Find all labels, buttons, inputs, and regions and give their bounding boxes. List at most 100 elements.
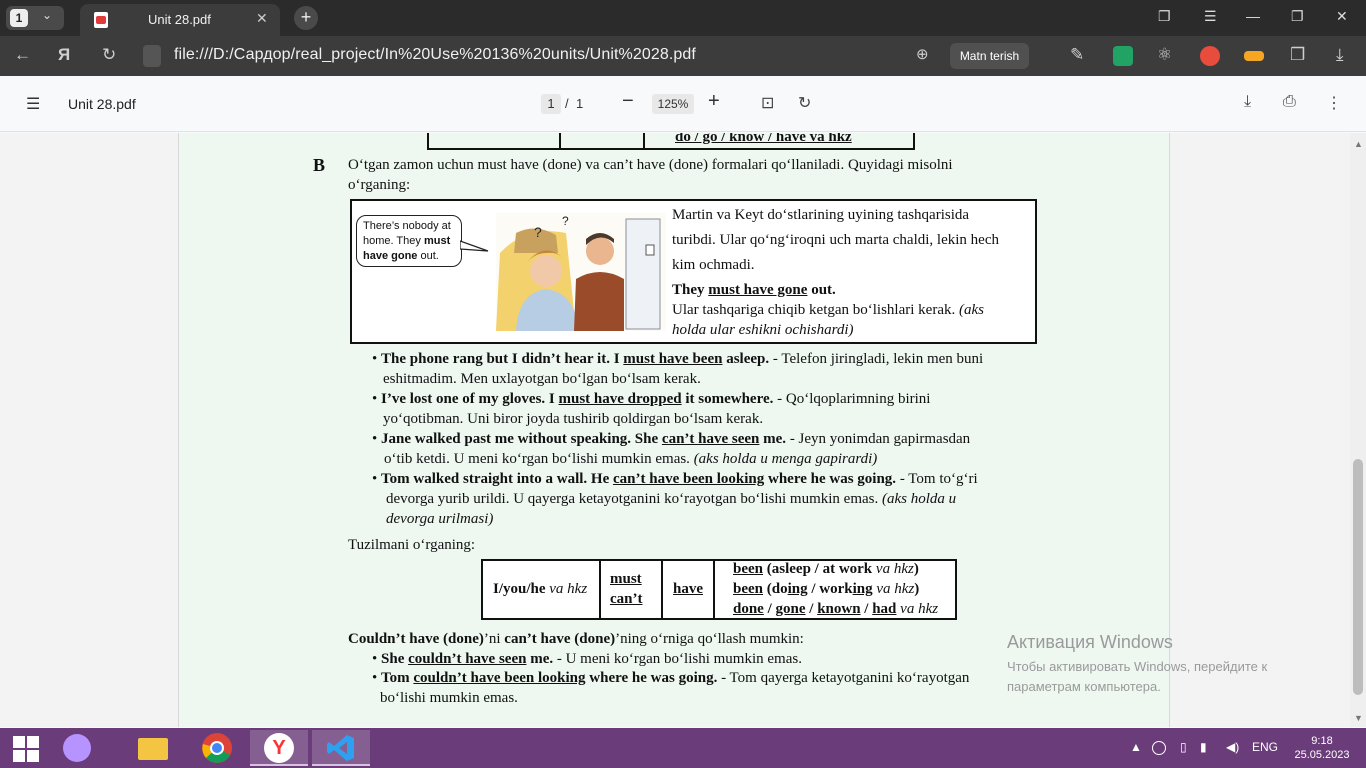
bullet-line: • Jane walked past me without speaking. … xyxy=(372,431,971,447)
page-number-input[interactable]: 1 xyxy=(541,94,561,114)
browser-tab-bar: 1 ⌄ Unit 28.pdf ✕ + ❐ ☰ — ❐ ✕ xyxy=(0,0,1366,36)
translate-button[interactable]: Matn terish xyxy=(950,43,1029,69)
page-separator: / xyxy=(565,96,569,111)
download-icon[interactable]: ⤓ xyxy=(1336,45,1344,65)
bullet-line-2: bo‘lishi mumkin emas. xyxy=(380,690,518,706)
bookmarks-icon[interactable]: ❐ xyxy=(1158,8,1171,25)
heading-bold: can’t have (done) xyxy=(504,631,616,647)
taskbar-chrome[interactable] xyxy=(188,730,246,766)
extensions-icon[interactable]: ❒ xyxy=(1290,45,1305,65)
bullet-bold: She xyxy=(381,651,409,667)
restore-icon[interactable]: ❐ xyxy=(1291,8,1304,25)
page-total: 1 xyxy=(576,96,584,111)
tray-overflow-icon[interactable]: ▲ xyxy=(1130,740,1142,754)
bullet-text: o‘tib ketdi. U meni ko‘rgan bo‘lishi mum… xyxy=(384,451,694,467)
taskbar-vscode[interactable] xyxy=(312,730,370,766)
structure-table: I/you/he va hkz must can’t have been (as… xyxy=(481,559,957,620)
reload-icon[interactable]: ↻ xyxy=(102,45,116,65)
box-underlined: must have gone xyxy=(708,282,808,298)
scroll-down-icon[interactable]: ▼ xyxy=(1354,713,1363,723)
close-tab-icon[interactable]: ✕ xyxy=(256,10,268,27)
vscode-icon xyxy=(327,735,354,761)
bubble-line-3: have gone out. xyxy=(363,249,455,264)
react-extension-icon[interactable]: ⚛ xyxy=(1157,45,1172,65)
taskbar: Y ▲ ▯ ▮ ◀) ENG 9:18 25.05.2023 xyxy=(0,728,1366,768)
row-text: (do xyxy=(763,581,788,597)
start-button[interactable] xyxy=(0,730,52,766)
bullet2-item-2: • Tom couldn’t have been looking where h… xyxy=(372,668,1032,708)
structure-row-1: been (asleep / at work va hkz) xyxy=(733,559,919,579)
scroll-up-icon[interactable]: ▲ xyxy=(1354,139,1363,149)
bullet-bold: it somewhere. xyxy=(681,391,774,407)
extension-green-icon[interactable] xyxy=(1113,46,1133,66)
language-indicator[interactable]: ENG xyxy=(1252,740,1278,754)
box-text: They xyxy=(672,282,709,298)
pen-icon[interactable]: ✎ xyxy=(1070,45,1084,65)
zoom-level-input[interactable]: 125% xyxy=(652,94,694,114)
address-bar: ← Я ↻ file:///D:/Сардор/real_project/In%… xyxy=(0,36,1366,76)
taskbar-file-explorer[interactable] xyxy=(124,730,182,766)
box-line-1: Martin va Keyt do‘stlarining uyining tas… xyxy=(672,207,970,223)
battery-extension-icon[interactable] xyxy=(1244,51,1264,61)
bullet-bold: The phone rang but I didn’t hear it. I xyxy=(381,351,624,367)
rotate-icon[interactable]: ↻ xyxy=(798,93,811,113)
tab-counter-button[interactable]: 1 ⌄ xyxy=(6,6,64,30)
record-extension-icon[interactable] xyxy=(1200,46,1220,66)
row-text: / work xyxy=(807,581,853,597)
fit-page-icon[interactable]: ⊡ xyxy=(761,93,774,113)
box-line-3: kim ochmadi. xyxy=(672,257,755,273)
bullet-line: • She couldn’t have seen me. - U meni ko… xyxy=(372,651,802,667)
network-icon[interactable]: ▮ xyxy=(1200,740,1207,754)
pdf-icon xyxy=(94,12,108,28)
volume-icon[interactable]: ◀) xyxy=(1226,740,1239,754)
more-options-icon[interactable]: ⋮ xyxy=(1326,93,1342,113)
modal-text: can’t xyxy=(610,591,643,607)
bullet-italic: (aks holda u xyxy=(882,491,957,507)
print-icon[interactable]: ⎙ xyxy=(1283,93,1296,111)
bubble-text: out. xyxy=(417,250,439,262)
zoom-lens-icon[interactable]: ⊕ xyxy=(916,45,929,63)
yandex-browser-icon: Y xyxy=(264,733,294,763)
url-field[interactable]: file:///D:/Сардор/real_project/In%20Use%… xyxy=(174,46,696,64)
top-table-fragment: do / go / know / have va hkz xyxy=(427,133,915,150)
speech-bubble: There’s nobody at home. They must have g… xyxy=(356,215,462,267)
browser-tab[interactable]: Unit 28.pdf ✕ xyxy=(80,4,280,36)
chevron-down-icon: ⌄ xyxy=(42,8,53,22)
heading-text: ’ning o‘rniga qo‘llash mumkin: xyxy=(615,631,804,647)
modal-cell: must can’t xyxy=(601,561,663,618)
table-divider xyxy=(643,133,645,148)
bullet-line: • I’ve lost one of my gloves. I must hav… xyxy=(372,391,931,407)
bullet-bold: me. xyxy=(526,651,554,667)
taskbar-yandex-browser[interactable]: Y xyxy=(250,730,308,766)
yandex-icon[interactable]: Я xyxy=(58,45,70,65)
box-italic: (aks xyxy=(959,302,984,318)
alice-icon xyxy=(63,734,91,762)
row-underlined: had xyxy=(872,601,897,617)
box-line-5: Ular tashqariga chiqib ketgan bo‘lishlar… xyxy=(672,300,984,320)
hamburger-menu-icon[interactable]: ☰ xyxy=(26,94,40,114)
scrollbar-thumb[interactable] xyxy=(1353,459,1363,695)
download-icon[interactable]: ⤓ xyxy=(1244,93,1251,111)
illustration-image: ? ? xyxy=(496,213,666,331)
bullet-underlined: couldn’t have been looking xyxy=(413,670,586,686)
clock[interactable]: 9:18 25.05.2023 xyxy=(1294,734,1350,762)
alice-assistant-button[interactable] xyxy=(56,730,114,766)
back-icon[interactable]: ← xyxy=(14,45,31,65)
minimize-icon[interactable]: — xyxy=(1246,8,1260,24)
zoom-in-button[interactable]: + xyxy=(708,90,720,113)
bubble-text: home. They xyxy=(363,235,424,247)
row-text: ) xyxy=(914,581,920,597)
bullet-text: - Qo‘lqoplarimning birini xyxy=(773,391,931,407)
activation-title: Активация Windows xyxy=(1007,632,1173,652)
have-text: have xyxy=(673,579,703,599)
tray-app-icon[interactable] xyxy=(1152,741,1166,755)
menu-icon[interactable]: ☰ xyxy=(1204,8,1217,25)
vertical-scrollbar[interactable]: ▲ ▼ xyxy=(1350,133,1366,727)
zoom-out-button[interactable]: − xyxy=(622,90,634,113)
close-window-icon[interactable]: ✕ xyxy=(1336,8,1348,25)
box-text: out. xyxy=(807,282,836,298)
new-tab-button[interactable]: + xyxy=(294,6,318,30)
top-table-words: do / go / know / have va hkz xyxy=(675,133,852,145)
box-line-4: They must have gone out. xyxy=(672,280,836,300)
phone-icon[interactable]: ▯ xyxy=(1180,740,1187,754)
